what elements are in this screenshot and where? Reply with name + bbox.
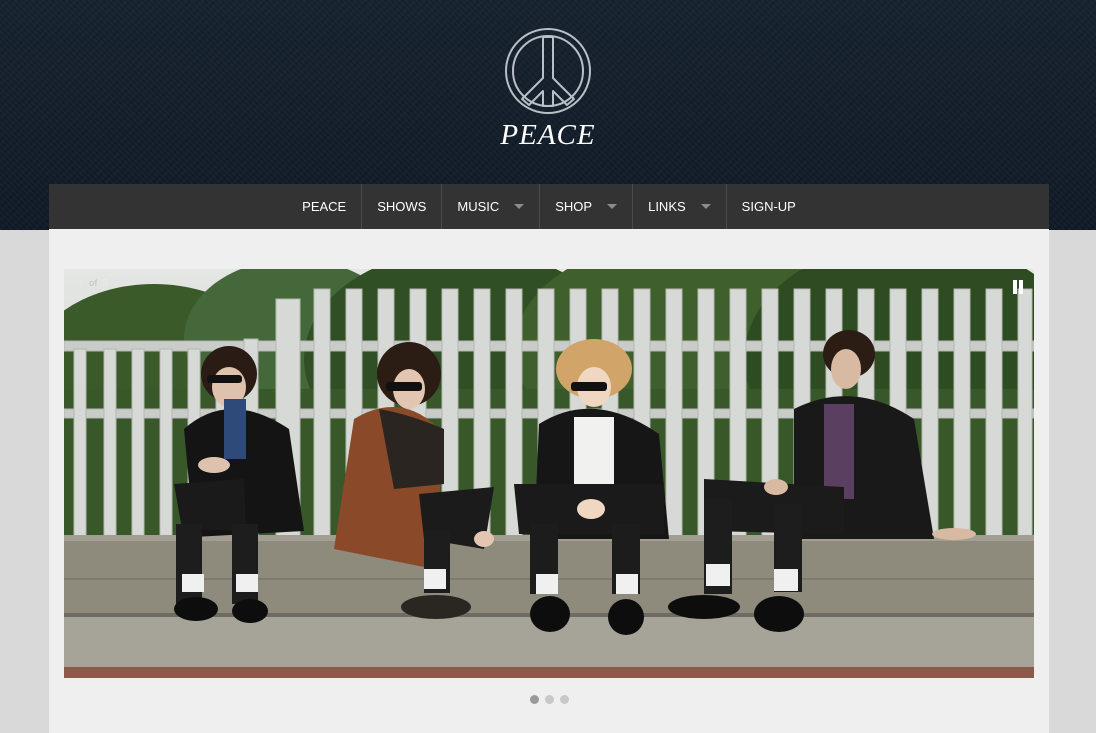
nav-item-label: SHOWS xyxy=(377,199,427,214)
nav-item-label: PEACE xyxy=(302,199,347,214)
chevron-down-icon xyxy=(700,204,711,209)
chevron-down-icon xyxy=(514,204,525,209)
slider-pagination xyxy=(530,695,569,704)
nav-item-label: LINKS xyxy=(648,199,686,214)
nav-item-label: MUSIC xyxy=(457,199,500,214)
site-logo[interactable]: PEACE xyxy=(490,26,606,151)
nav-item-sign-up[interactable]: SIGN-UP xyxy=(725,184,811,229)
slider-dot-3[interactable] xyxy=(560,695,569,704)
pause-bar xyxy=(1019,280,1023,294)
band-photo xyxy=(64,269,1034,678)
slide-total: 3 xyxy=(102,278,109,289)
slider-dot-2[interactable] xyxy=(545,695,554,704)
slide-current: 1 xyxy=(78,278,85,289)
logo-text: PEACE xyxy=(500,119,596,151)
chevron-down-icon xyxy=(607,204,618,209)
nav-item-shows[interactable]: SHOWS xyxy=(361,184,441,229)
nav-item-links[interactable]: LINKS xyxy=(632,184,726,229)
pause-bar xyxy=(1013,280,1017,294)
nav-item-music[interactable]: MUSIC xyxy=(441,184,539,229)
image-slider[interactable]: 1 of 3 xyxy=(64,269,1034,678)
pause-icon[interactable] xyxy=(1012,280,1024,294)
nav-item-shop[interactable]: SHOP xyxy=(539,184,632,229)
nav-item-peace[interactable]: PEACE xyxy=(287,184,361,229)
main-nav: PEACE SHOWS MUSIC SHOP LINKS SIGN-UP xyxy=(49,184,1049,229)
slider-dot-1[interactable] xyxy=(530,695,539,704)
nav-item-label: SIGN-UP xyxy=(741,199,796,214)
slide-counter: 1 of 3 xyxy=(78,278,109,289)
slide-of: of xyxy=(89,278,98,288)
nav-item-label: SHOP xyxy=(555,199,593,214)
peace-symbol-icon xyxy=(505,28,591,114)
